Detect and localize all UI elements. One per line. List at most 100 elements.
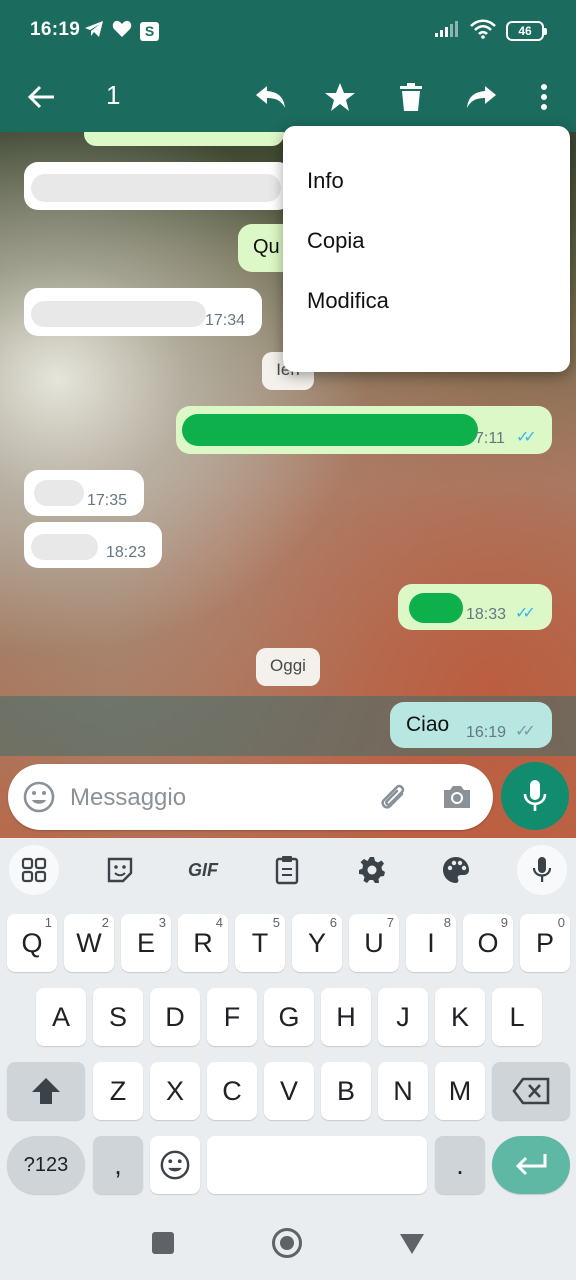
read-ticks-icon: ✓✓ xyxy=(516,429,537,446)
trash-icon xyxy=(400,83,422,111)
key-m[interactable]: M xyxy=(435,1062,485,1120)
key-hint: 9 xyxy=(500,915,508,930)
star-icon xyxy=(325,83,355,111)
mic-icon xyxy=(532,857,552,882)
key-hint: 2 xyxy=(101,915,109,930)
key-o[interactable]: O9 xyxy=(463,914,513,972)
key-label: W xyxy=(76,928,102,958)
message-bubble-incoming[interactable]: 17:34 xyxy=(24,288,262,336)
overflow-menu: Info Copia Modifica xyxy=(283,126,570,372)
comma-key[interactable]: , xyxy=(93,1136,143,1194)
star-button[interactable] xyxy=(314,71,366,123)
key-label: E xyxy=(136,928,155,958)
emoji-key[interactable] xyxy=(150,1136,200,1194)
key-z[interactable]: Z xyxy=(93,1062,143,1120)
key-s[interactable]: S xyxy=(93,988,143,1046)
space-key[interactable] xyxy=(207,1136,427,1194)
key-e[interactable]: E3 xyxy=(121,914,171,972)
shift-icon xyxy=(32,1078,60,1104)
enter-key[interactable] xyxy=(492,1136,570,1194)
key-h[interactable]: H xyxy=(321,988,371,1046)
back-button[interactable] xyxy=(15,71,67,123)
shift-key[interactable] xyxy=(7,1062,85,1120)
emoji-button[interactable] xyxy=(22,780,56,819)
forward-icon xyxy=(467,86,496,108)
key-f[interactable]: F xyxy=(207,988,257,1046)
key-a[interactable]: A xyxy=(36,988,86,1046)
key-i[interactable]: I8 xyxy=(406,914,456,972)
message-time: 18:23 xyxy=(106,544,147,561)
message-bubble-outgoing[interactable]: 7:11 ✓✓ xyxy=(176,406,552,454)
forward-button[interactable] xyxy=(456,71,508,123)
message-bubble-incoming[interactable] xyxy=(24,162,292,210)
message-bubble-incoming[interactable]: 17:35 xyxy=(24,470,144,516)
telegram-icon xyxy=(84,20,104,43)
backspace-key[interactable] xyxy=(492,1062,570,1120)
period-key[interactable]: . xyxy=(435,1136,485,1194)
mic-icon xyxy=(523,780,547,811)
settings-button[interactable] xyxy=(347,845,397,895)
key-b[interactable]: B xyxy=(321,1062,371,1120)
apps-grid-button[interactable] xyxy=(9,845,59,895)
key-p[interactable]: P0 xyxy=(520,914,570,972)
recents-button[interactable] xyxy=(152,1232,174,1254)
key-hint: 1 xyxy=(44,915,52,930)
theme-button[interactable] xyxy=(431,845,481,895)
key-q[interactable]: Q1 xyxy=(7,914,57,972)
message-bubble-outgoing-selected[interactable]: Ciao 16:19 ✓✓ xyxy=(390,702,552,748)
message-composer[interactable]: Messaggio xyxy=(8,764,493,830)
heart-icon xyxy=(112,20,132,43)
battery-indicator: 46 xyxy=(506,21,547,41)
key-label: R xyxy=(193,928,213,958)
redacted-text xyxy=(34,480,84,506)
clipboard-button[interactable] xyxy=(262,845,312,895)
message-time: 16:19 xyxy=(466,724,507,741)
key-c[interactable]: C xyxy=(207,1062,257,1120)
back-arrow-icon xyxy=(27,85,54,109)
home-button[interactable] xyxy=(272,1228,302,1258)
key-y[interactable]: Y6 xyxy=(292,914,342,972)
selected-count: 1 xyxy=(106,80,121,110)
camera-button[interactable] xyxy=(440,780,474,819)
more-options-button[interactable] xyxy=(518,71,570,123)
read-ticks-icon: ✓✓ xyxy=(515,605,536,622)
reply-icon xyxy=(256,86,285,108)
key-label: T xyxy=(251,928,269,958)
key-t[interactable]: T5 xyxy=(235,914,285,972)
keyboard-toolbar: GIF xyxy=(0,838,576,900)
message-bubble-outgoing[interactable] xyxy=(84,132,284,146)
delete-button[interactable] xyxy=(385,71,437,123)
system-navigation-bar xyxy=(0,1208,576,1280)
camera-icon xyxy=(444,786,470,808)
back-nav-button[interactable] xyxy=(400,1234,424,1254)
emoji-icon xyxy=(160,1150,190,1180)
key-label: U xyxy=(364,928,384,958)
message-bubble-incoming[interactable]: 18:23 xyxy=(24,522,162,568)
menu-item-edit[interactable]: Modifica xyxy=(283,266,570,336)
key-j[interactable]: J xyxy=(378,988,428,1046)
key-g[interactable]: G xyxy=(264,988,314,1046)
key-l[interactable]: L xyxy=(492,988,542,1046)
s-app-icon: S xyxy=(140,21,159,41)
attach-button[interactable] xyxy=(376,780,410,819)
reply-button[interactable] xyxy=(244,71,296,123)
message-input[interactable]: Messaggio xyxy=(70,784,186,812)
status-bar: 16:19 S 46 xyxy=(0,0,576,62)
gif-button[interactable]: GIF xyxy=(178,845,228,895)
sticker-button[interactable] xyxy=(95,845,145,895)
voice-record-button[interactable] xyxy=(501,762,569,830)
key-w[interactable]: W2 xyxy=(64,914,114,972)
key-x[interactable]: X xyxy=(150,1062,200,1120)
message-bubble-outgoing[interactable]: 18:33 ✓✓ xyxy=(398,584,552,630)
sticker-icon xyxy=(107,857,133,883)
key-d[interactable]: D xyxy=(150,988,200,1046)
key-n[interactable]: N xyxy=(378,1062,428,1120)
grid-icon xyxy=(21,857,47,883)
key-u[interactable]: U7 xyxy=(349,914,399,972)
key-r[interactable]: R4 xyxy=(178,914,228,972)
symbols-key[interactable]: ?123 xyxy=(7,1136,85,1194)
key-v[interactable]: V xyxy=(264,1062,314,1120)
key-k[interactable]: K xyxy=(435,988,485,1046)
voice-input-button[interactable] xyxy=(517,845,567,895)
key-label: O xyxy=(477,928,499,958)
